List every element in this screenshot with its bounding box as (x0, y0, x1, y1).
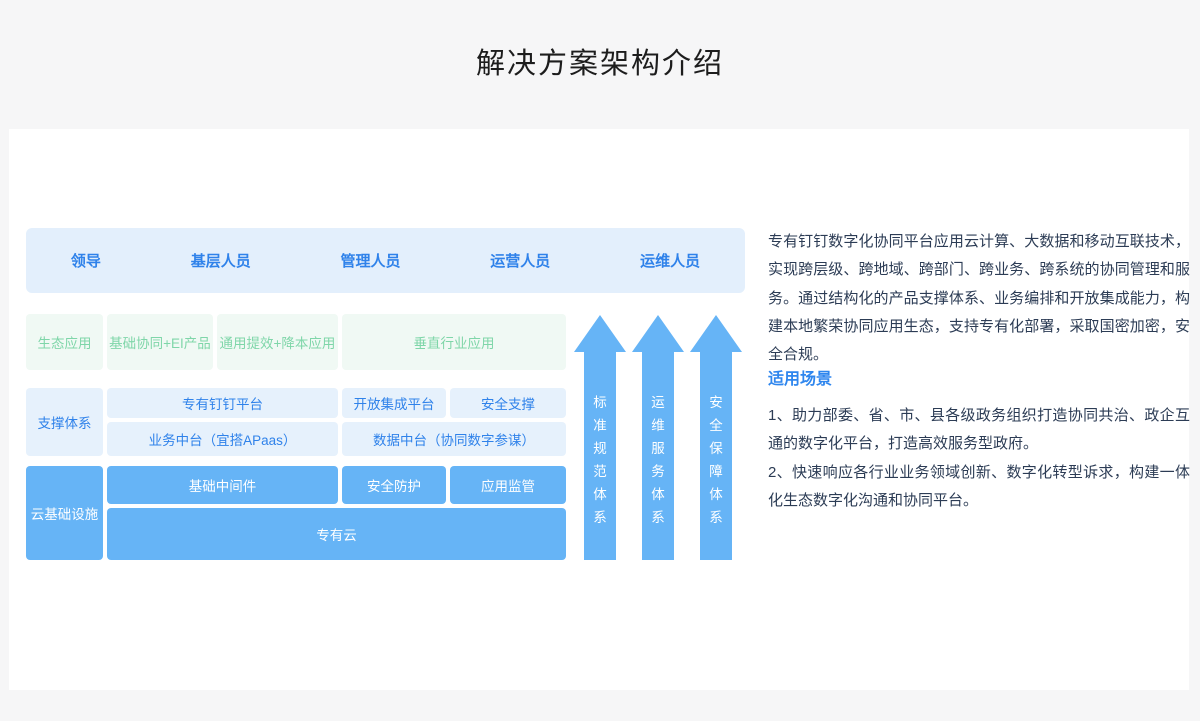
support-system-row: 支撑体系 专有钉钉平台 开放集成平台 安全支撑 业务中台（宜搭APaas） 数据… (26, 388, 566, 456)
eco-block-vertical-industry-apps: 垂直行业应用 (342, 314, 566, 370)
persona-management-staff: 管理人员 (340, 250, 400, 271)
up-arrow-standard-system: 标准规范体系 (574, 315, 626, 560)
support-subrow-1: 专有钉钉平台 开放集成平台 安全支撑 (107, 388, 566, 418)
cloud-block-basic-middleware: 基础中间件 (107, 466, 338, 504)
arrow-label-security-assurance-system: 安全保障体系 (708, 391, 724, 560)
arrow-label-standard-system: 标准规范体系 (592, 391, 608, 560)
scenario-item-2: 2、快速响应各行业业务领域创新、数字化转型诉求，构建一体化生态数字化沟通和协同平… (768, 459, 1190, 516)
support-row-label: 支撑体系 (26, 388, 103, 456)
support-block-data-middle-platform: 数据中台（协同数字参谋） (342, 422, 566, 456)
persona-maintenance-staff: 运维人员 (640, 250, 700, 271)
cloud-row-label: 云基础设施 (26, 466, 103, 560)
description-panel: 专有钉钉数字化协同平台应用云计算、大数据和移动互联技术，实现跨层级、跨地域、跨部… (768, 228, 1190, 648)
support-block-security-support: 安全支撑 (450, 388, 566, 418)
support-row-grid: 专有钉钉平台 开放集成平台 安全支撑 业务中台（宜搭APaas） 数据中台（协同… (107, 388, 566, 456)
scenario-item-1: 1、助力部委、省、市、县各级政务组织打造协同共治、政企互通的数字化平台，打造高效… (768, 402, 1190, 459)
eco-row-label: 生态应用 (26, 314, 103, 370)
support-block-dingtalk-platform: 专有钉钉平台 (107, 388, 338, 418)
persona-leader: 领导 (71, 250, 101, 271)
eco-block-basic-collab-ei: 基础协同+EI产品 (107, 314, 213, 370)
cloud-block-private-cloud: 专有云 (107, 508, 566, 560)
cloud-subrow-1: 基础中间件 安全防护 应用监管 (107, 466, 566, 504)
applicable-scenarios-heading: 适用场景 (768, 365, 832, 389)
cloud-subrow-2: 专有云 (107, 508, 566, 560)
up-arrow-maintenance-service-system: 运维服务体系 (632, 315, 684, 560)
persona-row: 领导 基层人员 管理人员 运营人员 运维人员 (26, 228, 745, 293)
up-arrow-security-assurance-system: 安全保障体系 (690, 315, 742, 560)
cloud-block-security-protection: 安全防护 (342, 466, 446, 504)
page-title: 解决方案架构介绍 (0, 40, 1200, 82)
arrow-label-maintenance-service-system: 运维服务体系 (650, 391, 666, 560)
support-block-business-middle-platform: 业务中台（宜搭APaas） (107, 422, 338, 456)
support-subrow-2: 业务中台（宜搭APaas） 数据中台（协同数字参谋） (107, 422, 566, 456)
eco-block-efficiency-apps: 通用提效+降本应用 (217, 314, 338, 370)
solution-intro-paragraph: 专有钉钉数字化协同平台应用云计算、大数据和移动互联技术，实现跨层级、跨地域、跨部… (768, 228, 1190, 369)
cloud-infrastructure-row: 云基础设施 基础中间件 安全防护 应用监管 专有云 (26, 466, 566, 560)
persona-grassroots-staff: 基层人员 (191, 250, 251, 271)
cloud-row-grid: 基础中间件 安全防护 应用监管 专有云 (107, 466, 566, 560)
support-block-open-integration: 开放集成平台 (342, 388, 446, 418)
content-card: 领导 基层人员 管理人员 运营人员 运维人员 生态应用 基础协同+EI产品 通用… (9, 129, 1189, 690)
eco-application-row: 生态应用 基础协同+EI产品 通用提效+降本应用 垂直行业应用 (26, 314, 566, 370)
persona-operations-staff: 运营人员 (490, 250, 550, 271)
cloud-block-app-supervision: 应用监管 (450, 466, 566, 504)
